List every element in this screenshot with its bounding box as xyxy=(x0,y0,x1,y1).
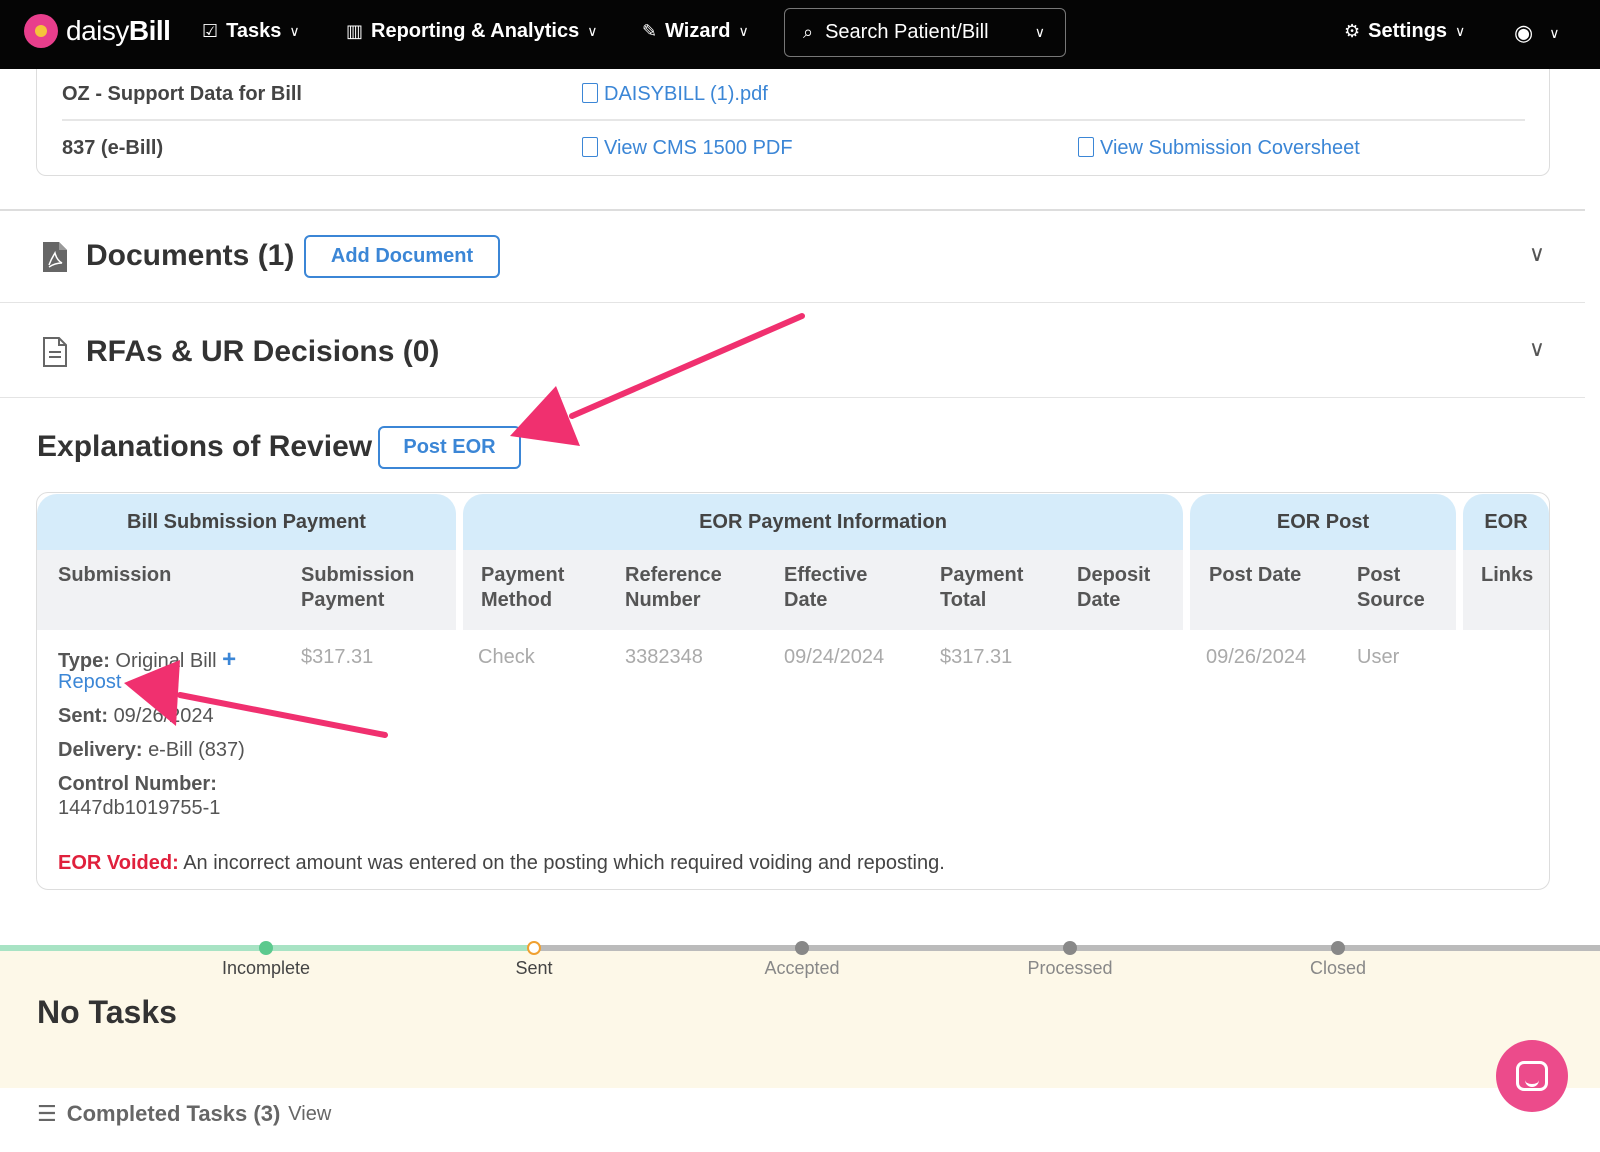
pdf-document-icon xyxy=(43,242,67,272)
chevron-down-icon: ∨ xyxy=(1034,24,1045,40)
cell-submission-payment: $317.31 xyxy=(301,646,374,668)
chevron-down-icon: ∨ xyxy=(1455,23,1466,39)
pdf-file-icon xyxy=(582,136,598,157)
rfas-section[interactable]: RFAs & UR Decisions (0) ∨ xyxy=(0,306,1585,398)
step-label-closed: Closed xyxy=(1309,958,1367,978)
clipboard-check-icon: ☑ xyxy=(202,21,219,41)
documents-section[interactable]: Documents (1) Add Document ∨ xyxy=(0,211,1585,303)
header-submission: Submission xyxy=(58,564,172,586)
cell-payment-total: $317.31 xyxy=(940,646,1013,668)
pdf-file-icon xyxy=(1078,136,1094,157)
header-links: Links xyxy=(1481,564,1534,586)
magic-wand-icon: ✎ xyxy=(642,21,658,41)
nav-wizard-menu[interactable]: ✎ Wizard ∨ xyxy=(642,20,749,43)
header-deposit-date: Deposit Date xyxy=(1077,564,1151,611)
completed-tasks-row[interactable]: ☰ Completed Tasks (3) View xyxy=(37,1101,331,1127)
bill-forms-box: OZ - Support Data for Bill DAISYBILL (1)… xyxy=(36,69,1550,176)
group-eor-links: EOR xyxy=(1463,494,1549,550)
group-eor-payment-information: EOR Payment Information xyxy=(463,494,1183,550)
step-label-accepted: Accepted xyxy=(764,958,840,978)
rfas-title: RFAs & UR Decisions (0) xyxy=(86,335,440,368)
cell-reference-number: 3382348 xyxy=(625,646,703,668)
top-navbar: daisyBill ☑ Tasks ∨ ▥ Reporting & Analyt… xyxy=(0,0,1600,69)
group-eor-post: EOR Post xyxy=(1190,494,1456,550)
header-post-date: Post Date xyxy=(1209,564,1302,586)
bill-form-row: OZ - Support Data for Bill DAISYBILL (1)… xyxy=(62,69,1525,121)
cell-post-date: 09/26/2024 xyxy=(1206,646,1307,668)
add-document-button[interactable]: Add Document xyxy=(304,235,500,278)
cell-payment-method: Check xyxy=(478,646,535,668)
search-icon: ⌕ xyxy=(803,22,814,42)
header-payment-method: Payment Method xyxy=(481,564,565,611)
step-pending-dot-icon xyxy=(1331,941,1345,955)
chevron-down-icon[interactable]: ∨ xyxy=(1529,241,1545,267)
support-data-pdf-link[interactable]: DAISYBILL (1).pdf xyxy=(582,82,768,106)
user-circle-icon: ◉ xyxy=(1514,20,1534,45)
header-payment-total: Payment Total xyxy=(940,564,1024,611)
step-pending-dot-icon xyxy=(795,941,809,955)
pdf-file-icon xyxy=(582,82,598,103)
eor-voided-note: EOR Voided: An incorrect amount was ente… xyxy=(58,852,945,874)
bill-form-row: 837 (e-Bill) View CMS 1500 PDF View Subm… xyxy=(62,136,1360,160)
chat-bubble-icon xyxy=(1516,1061,1548,1091)
step-current-arrow-icon xyxy=(527,941,541,955)
chevron-down-icon[interactable]: ∨ xyxy=(1529,336,1545,362)
nav-reporting-menu[interactable]: ▥ Reporting & Analytics ∨ xyxy=(346,20,597,43)
view-completed-link[interactable]: View xyxy=(288,1103,331,1126)
chevron-down-icon: ∨ xyxy=(289,23,300,39)
submission-control-label: Control Number: xyxy=(58,773,217,795)
list-icon: ☰ xyxy=(37,1101,57,1126)
header-post-source: Post Source xyxy=(1357,564,1425,611)
repost-link[interactable]: Repost xyxy=(58,671,121,694)
plus-icon[interactable]: + xyxy=(222,646,236,673)
documents-title: Documents (1) xyxy=(86,239,295,272)
submission-type: Type: Original Bill + xyxy=(58,646,237,673)
step-label-sent: Sent xyxy=(515,958,553,978)
header-submission-payment: Submission Payment xyxy=(301,564,415,611)
search-patient-bill[interactable]: ⌕ Search Patient/Bill ∨ xyxy=(784,8,1066,57)
daisy-flower-icon xyxy=(24,14,58,48)
post-eor-button[interactable]: Post EOR xyxy=(378,426,521,469)
view-coversheet-link[interactable]: View Submission Coversheet xyxy=(1078,136,1360,160)
submission-delivery: Delivery: e-Bill (837) xyxy=(58,739,245,761)
chevron-down-icon: ∨ xyxy=(1549,24,1560,41)
gear-icon: ⚙ xyxy=(1344,21,1361,41)
chevron-down-icon: ∨ xyxy=(738,23,749,39)
step-label-processed: Processed xyxy=(1027,958,1113,978)
step-complete-check-icon xyxy=(259,941,273,955)
submission-sent: Sent: 09/26/2024 xyxy=(58,705,214,727)
header-reference-number: Reference Number xyxy=(625,564,722,611)
daisybill-logo[interactable]: daisyBill xyxy=(24,14,171,48)
user-account-menu[interactable]: ◉ ∨ xyxy=(1514,20,1559,46)
view-cms1500-link[interactable]: View CMS 1500 PDF xyxy=(582,136,793,160)
group-bill-submission-payment: Bill Submission Payment xyxy=(37,494,456,550)
chat-launcher-button[interactable] xyxy=(1496,1040,1568,1112)
document-icon xyxy=(43,337,67,367)
eor-section-title: Explanations of Review xyxy=(37,430,373,463)
step-label-incomplete: Incomplete xyxy=(221,958,311,978)
cell-effective-date: 09/24/2024 xyxy=(784,646,885,668)
chevron-down-icon: ∨ xyxy=(587,23,598,39)
step-pending-dot-icon xyxy=(1063,941,1077,955)
header-effective-date: Effective Date xyxy=(784,564,868,611)
no-tasks-heading: No Tasks xyxy=(37,994,177,1030)
nav-settings-menu[interactable]: ⚙ Settings ∨ xyxy=(1344,20,1465,43)
bar-chart-icon: ▥ xyxy=(346,21,364,41)
column-header-bg xyxy=(1463,550,1549,630)
cell-post-source: User xyxy=(1357,646,1400,668)
submission-control-number: 1447db1019755-1 xyxy=(58,797,221,819)
nav-tasks-menu[interactable]: ☑ Tasks ∨ xyxy=(202,20,300,43)
